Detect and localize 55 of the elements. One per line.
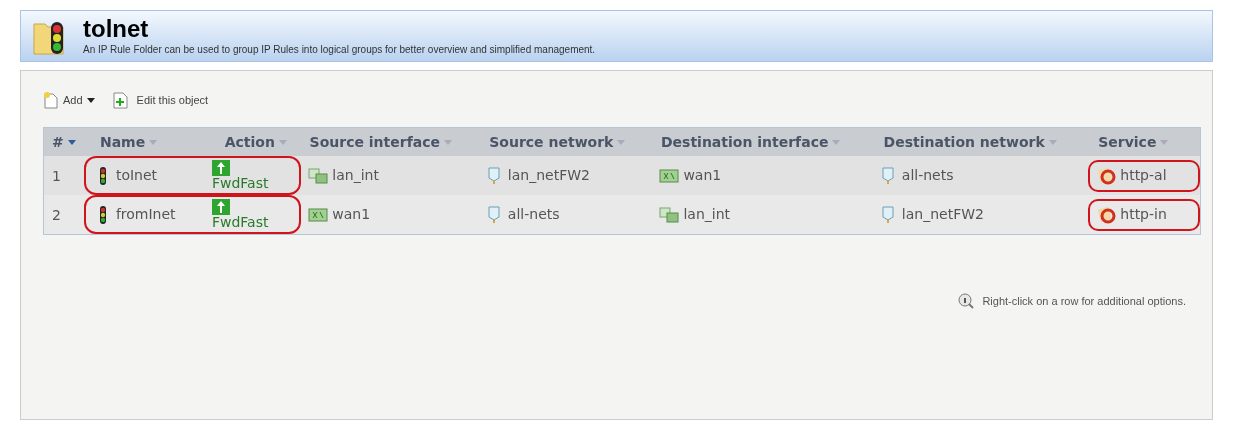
network-object-icon [487, 205, 500, 224]
column-header[interactable]: Source interface [309, 131, 440, 153]
sort-caret-icon [617, 139, 626, 145]
interface-name: lan_int [332, 166, 379, 185]
page-description: An IP Rule Folder can be used to group IP Rules into logical groups for better overview and simplified management. [83, 42, 596, 57]
new-page-icon [43, 91, 59, 109]
edit-page-icon [110, 91, 129, 109]
network-object-icon [881, 205, 894, 224]
caret-icon [86, 97, 95, 103]
info-icon [958, 293, 975, 310]
edit-button[interactable]: Edit this object [110, 91, 209, 109]
column-header[interactable]: Source network [489, 131, 614, 153]
row-number: 1 [52, 167, 61, 184]
rule-action: FwdFast [211, 215, 269, 230]
network-object-icon [487, 166, 500, 185]
rule-name: toInet [115, 166, 158, 185]
column-header[interactable]: Destination network [883, 131, 1045, 153]
column-header[interactable]: Action [224, 131, 275, 153]
traffic-light-icon [97, 205, 108, 224]
sort-caret-icon [1160, 139, 1169, 145]
rule-name: fromInet [115, 205, 176, 224]
row-number: 2 [52, 206, 61, 223]
network-object-icon [881, 166, 894, 185]
page-title: tolnet [83, 15, 150, 42]
sort-caret-icon [832, 139, 841, 145]
network-name: lan_netFW2 [507, 166, 590, 185]
network-interface-icon [659, 167, 680, 184]
network-interface-icon [659, 206, 680, 223]
sort-caret-icon [1048, 139, 1057, 145]
sort-caret-icon [444, 139, 452, 145]
network-name: lan_netFW2 [901, 205, 984, 224]
rule-action: FwdFast [211, 176, 269, 191]
network-name: all-nets [901, 166, 954, 185]
add-button[interactable]: Add [43, 91, 95, 109]
sort-caret-icon [278, 139, 287, 145]
traffic-light-icon [97, 166, 108, 185]
interface-name: wan1 [683, 166, 722, 185]
service-icon [1098, 166, 1117, 185]
network-interface-icon [308, 167, 329, 184]
hint-text: Right-click on a row for additional options. [982, 294, 1186, 309]
column-header[interactable]: Name [99, 131, 146, 153]
table-row[interactable]: 1 toInet FwdFast lan_int lan_netFW2 wan1 all-nets http-al [44, 156, 1200, 195]
sort-caret-icon [67, 139, 76, 145]
network-name: all-nets [507, 205, 560, 224]
service-name: http-in [1120, 205, 1167, 224]
interface-name: lan_int [683, 205, 730, 224]
table-row[interactable]: 2 fromInet FwdFast wan1 all-nets lan_int lan_netFW2 http-in [44, 195, 1200, 234]
service-icon [1098, 205, 1117, 224]
interface-name: wan1 [332, 205, 371, 224]
column-header[interactable]: # [52, 131, 64, 153]
service-name: http-al [1120, 166, 1167, 185]
column-header[interactable]: Service [1098, 131, 1157, 153]
column-header[interactable]: Destination interface [660, 131, 829, 153]
network-interface-icon [308, 206, 329, 223]
sort-caret-icon [149, 139, 158, 145]
